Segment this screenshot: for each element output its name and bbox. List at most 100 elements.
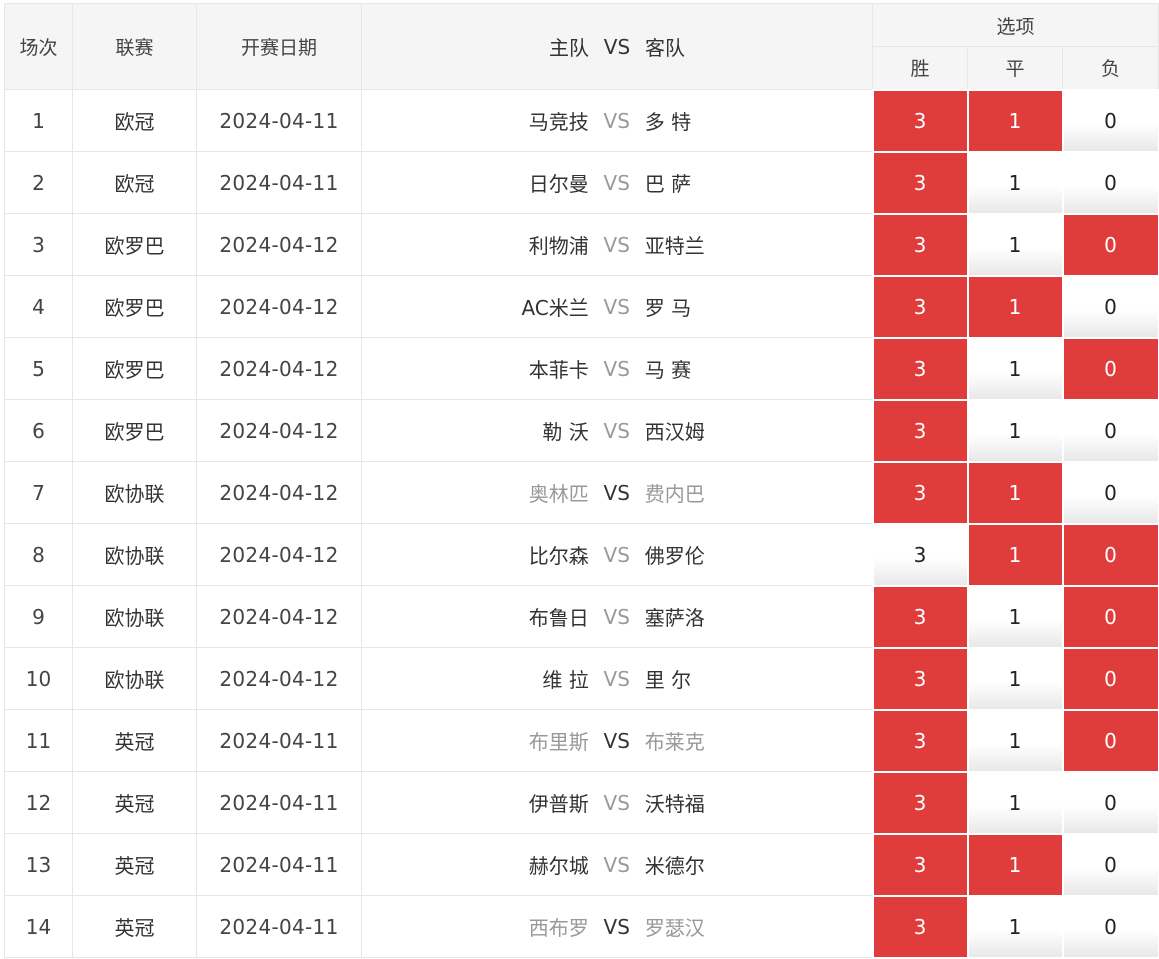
league-name: 欧协联 xyxy=(72,523,197,586)
league-name: 欧罗巴 xyxy=(72,399,197,462)
option-draw-button[interactable]: 1 xyxy=(966,150,1064,215)
option-win-button[interactable]: 3 xyxy=(871,770,969,835)
option-loss-button[interactable]: 0 xyxy=(1061,646,1159,711)
match-no: 8 xyxy=(4,523,73,586)
match-date: 2024-04-12 xyxy=(196,461,362,524)
option-loss-button[interactable]: 0 xyxy=(1061,88,1159,153)
table-row: 10 欧协联 2024-04-12 维 拉 VS 里 尔310 xyxy=(4,646,1159,711)
home-team: 勒 沃 xyxy=(542,420,589,444)
option-loss-button[interactable]: 0 xyxy=(1061,212,1159,277)
option-loss-button[interactable]: 0 xyxy=(1061,770,1159,835)
option-draw-button[interactable]: 1 xyxy=(966,336,1064,401)
option-draw-button[interactable]: 1 xyxy=(966,274,1064,339)
match-teams: 利物浦 VS 亚特兰 xyxy=(361,213,873,276)
match-date: 2024-04-11 xyxy=(196,833,362,896)
league-name: 欧冠 xyxy=(72,151,197,214)
option-win-button[interactable]: 3 xyxy=(871,646,969,711)
option-win-button[interactable]: 3 xyxy=(871,460,969,525)
vs-label: VS xyxy=(603,294,630,319)
option-loss-button[interactable]: 0 xyxy=(1061,832,1159,897)
option-draw-button[interactable]: 1 xyxy=(966,584,1064,649)
header-draw: 平 xyxy=(967,46,1063,90)
away-team: 马 赛 xyxy=(644,358,692,382)
away-team: 沃特福 xyxy=(644,792,705,816)
option-loss-button[interactable]: 0 xyxy=(1061,460,1159,525)
option-draw-button[interactable]: 1 xyxy=(966,398,1064,463)
option-draw-button[interactable]: 1 xyxy=(966,894,1064,959)
match-teams: 本菲卡 VS 马 赛 xyxy=(361,337,873,400)
option-win-button[interactable]: 3 xyxy=(871,274,969,339)
option-loss-button[interactable]: 0 xyxy=(1061,150,1159,215)
header-date: 开赛日期 xyxy=(196,3,362,90)
option-win-button[interactable]: 3 xyxy=(871,88,969,153)
header-league: 联赛 xyxy=(72,3,197,90)
match-no: 5 xyxy=(4,337,73,400)
league-name: 欧协联 xyxy=(72,461,197,524)
option-win-button[interactable]: 3 xyxy=(871,212,969,277)
option-win-button[interactable]: 3 xyxy=(871,584,969,649)
away-team: 巴 萨 xyxy=(644,172,692,196)
away-team: 佛罗伦 xyxy=(644,544,705,568)
option-draw-button[interactable]: 1 xyxy=(966,212,1064,277)
home-team: 本菲卡 xyxy=(528,358,589,382)
match-no: 1 xyxy=(4,89,73,152)
vs-label: VS xyxy=(603,790,630,815)
vs-label: VS xyxy=(603,232,630,257)
away-team: 罗瑟汉 xyxy=(644,916,705,940)
option-draw-button[interactable]: 1 xyxy=(966,646,1064,711)
option-win-button[interactable]: 3 xyxy=(871,894,969,959)
option-loss-button[interactable]: 0 xyxy=(1061,336,1159,401)
away-team: 费内巴 xyxy=(644,482,705,506)
match-date: 2024-04-12 xyxy=(196,337,362,400)
league-name: 欧罗巴 xyxy=(72,213,197,276)
option-win-button[interactable]: 3 xyxy=(871,150,969,215)
league-name: 欧罗巴 xyxy=(72,337,197,400)
vs-label: VS xyxy=(603,542,630,567)
match-table: 场次 联赛 开赛日期 主队 VS 客队 选项 胜 平 负 1 欧冠 2024-04-… xyxy=(4,3,1159,959)
home-team: 比尔森 xyxy=(528,544,589,568)
vs-label: VS xyxy=(603,666,630,691)
match-no: 7 xyxy=(4,461,73,524)
match-no: 3 xyxy=(4,213,73,276)
option-loss-button[interactable]: 0 xyxy=(1061,522,1159,587)
option-draw-button[interactable]: 1 xyxy=(966,522,1064,587)
match-date: 2024-04-12 xyxy=(196,647,362,710)
match-no: 2 xyxy=(4,151,73,214)
vs-label: VS xyxy=(603,418,630,443)
home-team: 伊普斯 xyxy=(528,792,589,816)
header-options: 选项 xyxy=(871,3,1159,47)
option-win-button[interactable]: 3 xyxy=(871,336,969,401)
option-win-button[interactable]: 3 xyxy=(871,832,969,897)
match-no: 14 xyxy=(4,895,73,958)
option-win-button[interactable]: 3 xyxy=(871,522,969,587)
option-draw-button[interactable]: 1 xyxy=(966,708,1064,773)
option-draw-button[interactable]: 1 xyxy=(966,88,1064,153)
league-name: 英冠 xyxy=(72,771,197,834)
option-draw-button[interactable]: 1 xyxy=(966,460,1064,525)
match-teams: 布里斯 VS 布莱克 xyxy=(361,709,873,772)
away-team: 塞萨洛 xyxy=(644,606,705,630)
option-loss-button[interactable]: 0 xyxy=(1061,398,1159,463)
header-match: 主队 VS 客队 xyxy=(361,3,873,90)
match-no: 11 xyxy=(4,709,73,772)
table-row: 12 英冠 2024-04-11 伊普斯 VS 沃特福 3 1 0 xyxy=(4,770,1159,835)
option-loss-button[interactable]: 0 xyxy=(1061,894,1159,959)
match-teams: 马竞技 VS 多 特 xyxy=(361,89,873,152)
match-teams: 比尔森 VS 佛罗伦 xyxy=(361,523,873,586)
match-date: 2024-04-11 xyxy=(196,771,362,834)
option-draw-button[interactable]: 1 xyxy=(966,832,1064,897)
option-win-button[interactable]: 3 xyxy=(871,398,969,463)
option-loss-button[interactable]: 0 xyxy=(1061,584,1159,649)
away-team: 亚特兰 xyxy=(644,234,705,258)
table-row: 3 欧罗巴 2024-04-12 利物浦 VS 亚特兰 3 1 0 xyxy=(4,212,1159,277)
option-loss-button[interactable]: 0 xyxy=(1061,708,1159,773)
away-team: 里 尔 xyxy=(644,668,692,692)
match-date: 2024-04-12 xyxy=(196,213,362,276)
table-row: 7 欧协联 2024-04-12 奥林匹 VS 费内巴 3 1 0 xyxy=(4,460,1159,525)
option-draw-button[interactable]: 1 xyxy=(966,770,1064,835)
option-loss-button[interactable]: 0 xyxy=(1061,274,1159,339)
table-row: 14 英冠 2024-04-11 西布罗 VS 罗瑟汉 3 1 0 xyxy=(4,894,1159,959)
table-row: 1 欧冠 2024-04-11 马竞技 VS 多 特310 xyxy=(4,88,1159,153)
option-win-button[interactable]: 3 xyxy=(871,708,969,773)
home-team: 西布罗 xyxy=(528,916,589,940)
